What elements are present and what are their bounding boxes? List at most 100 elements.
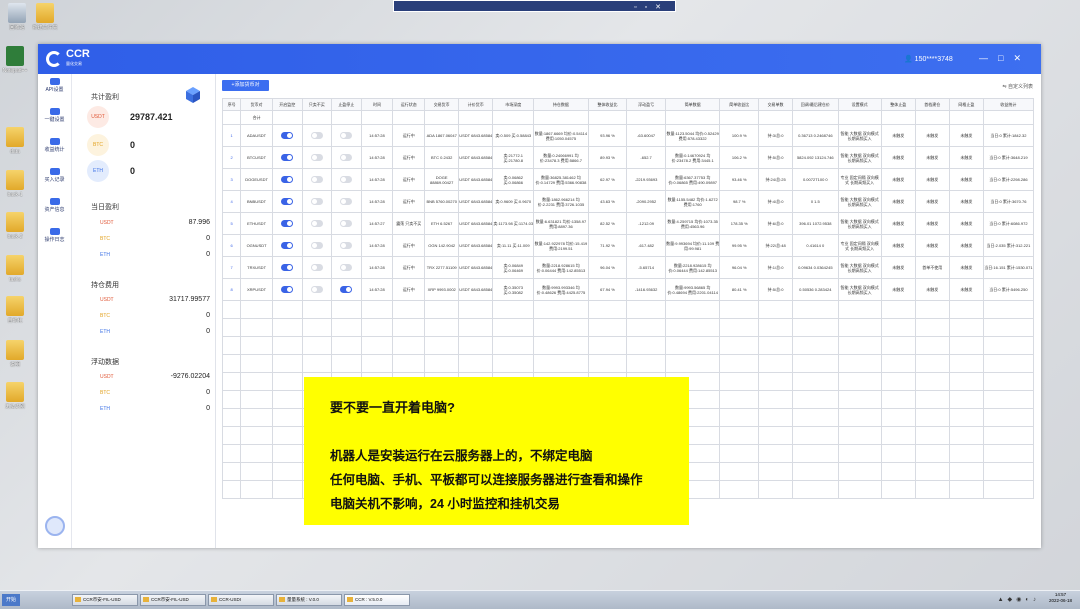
monitor-toggle[interactable] [281, 154, 294, 161]
desktop-icon-back1[interactable]: back-1 [0, 170, 30, 198]
cell-quote: USDT 6843.68584 [458, 256, 494, 279]
sidebar-item-quick-setup[interactable]: 一键设置 [38, 108, 71, 134]
stop-profit-toggle[interactable] [340, 176, 353, 183]
close-button[interactable]: ✕ [1013, 53, 1031, 63]
cell-ratio: 71.92 % [587, 234, 628, 257]
desktop-icon-notepad[interactable]: Notepad++ [0, 46, 30, 74]
desktop-icon-unknown[interactable]: 无法识别 [0, 382, 30, 410]
sell-only-toggle[interactable] [310, 286, 323, 293]
desktop-icon-tasks[interactable]: tasks [0, 255, 30, 283]
sell-only-toggle[interactable] [310, 220, 323, 227]
sell-only-toggle[interactable] [310, 242, 323, 249]
table-row[interactable]: 8 XRPUSDT 14:57:28 运行中 XRP 9993.0002 USDT 684… [221, 278, 1035, 301]
monitor-toggle[interactable] [281, 132, 294, 139]
taskbar-clock[interactable]: 14:57 2022-06-18 [1049, 592, 1072, 604]
empty-row [221, 354, 1035, 373]
table-row[interactable]: 6 OGNUSDT 14:57:28 运行中 OGN 142.9042 USDT 6843… [221, 234, 1035, 257]
column-header: 运行状态 [392, 98, 426, 111]
user-account[interactable]: 👤 150****3748 [904, 55, 953, 63]
table-row[interactable]: 2 BTCUSDT 14:57:28 运行中 BTC 0.2432 USDT 6843.6… [221, 146, 1035, 169]
usdt-coin-icon: USDT [87, 106, 109, 128]
user-phone: 150****3748 [914, 56, 953, 63]
sidebar-item-api[interactable]: API设置 [38, 78, 71, 104]
title-bar[interactable]: CCR 量化交易 👤 150****3748 —□✕ [38, 44, 1041, 74]
cell-ratio: 89.93 % [587, 146, 628, 169]
cell-grid: 未触发 [948, 234, 984, 257]
task-item-active[interactable]: CCR : V.5.0.0 [344, 594, 410, 606]
cell-n: 2 [221, 146, 242, 169]
desktop-icon-data[interactable]: data [0, 127, 30, 155]
monitor-toggle[interactable] [281, 176, 294, 183]
desktop-icon-folder[interactable]: 新建文件夹 [30, 3, 60, 31]
total-btc-value: 0 [130, 140, 136, 150]
sidebar-item-buy-records[interactable]: 买入记录 [38, 168, 71, 194]
cell-tp: 未触发 [880, 278, 916, 301]
desktop-icon-auto[interactable]: 自动化 [0, 296, 30, 324]
cell-hold: 数量:6.631821 均价:1358.97 费用:8897.36 [533, 212, 589, 235]
cell-grid: 未触发 [948, 190, 984, 213]
stop-profit-toggle[interactable] [340, 132, 353, 139]
robot-icon[interactable] [45, 516, 65, 536]
total-profit-value: 29787.421 [130, 112, 173, 122]
eth-coin-icon: ETH [87, 160, 109, 182]
cell-orders: 持:5/总:0 [758, 278, 794, 301]
table-row[interactable]: 7 TRXUSDT 14:57:28 运行中 TRX 2277.51109 USDT 68… [221, 256, 1035, 279]
sidebar-item-logs[interactable]: 操作日志 [38, 228, 71, 254]
column-header: 整体止盈 [880, 98, 916, 111]
task-item[interactable]: CCR币安-FIL-USD [72, 594, 138, 606]
minimize-button[interactable]: — [979, 53, 998, 63]
sidebar-item-assets[interactable]: 资产信息 [38, 198, 71, 224]
sell-only-toggle[interactable] [310, 132, 323, 139]
stop-profit-toggle[interactable] [340, 198, 353, 205]
table-row[interactable]: 3 DOGEUSDT 14:57:28 运行中 DOGE 88869.00427 USDT… [221, 168, 1035, 191]
desktop-icon-readme[interactable]: 说明 [0, 340, 30, 368]
monitor-toggle[interactable] [281, 286, 294, 293]
monitor-toggle[interactable] [281, 242, 294, 249]
total-eth-value: 0 [130, 166, 136, 176]
cell-orders: 持:1/总:0 [758, 256, 794, 279]
table-row[interactable]: 4 BNBUSDT 14:57:28 运行中 BNB 5760.00270 USDT 68… [221, 190, 1035, 213]
stop-profit-toggle[interactable] [340, 154, 353, 161]
stop-profit-toggle[interactable] [340, 242, 353, 249]
desktop-icon-back2[interactable]: back-2 [0, 212, 30, 240]
sell-only-toggle[interactable] [310, 176, 323, 183]
stop-profit-toggle[interactable] [340, 220, 353, 227]
stop-profit-toggle[interactable] [340, 286, 353, 293]
column-header: 市场深度 [492, 98, 535, 111]
remote-bar-controls[interactable]: ▫▫✕ [634, 3, 669, 11]
monitor-toggle[interactable] [281, 198, 294, 205]
cell-mode: 智能 大数据 双向模式 长期高频买入 [837, 256, 882, 279]
promo-banner: 要不要一直开着电脑? 机器人是安装运行在云服务器上的，不绑定电脑 任何电脑、手机… [304, 377, 689, 525]
cell-mode: 智能 大数据 双向模式 长期高频买入 [837, 212, 882, 235]
logo-icon [46, 51, 62, 67]
task-item[interactable]: CCR币安-FIL-USD [140, 594, 206, 606]
cell-coin: DOGE 88869.00427 [424, 168, 460, 191]
table-row[interactable]: 1 ADAUSDT 14:57:28 运行中 ADA 1867.06047 USDT 68… [221, 124, 1035, 147]
column-header: 交易单数 [758, 98, 794, 111]
start-button[interactable]: 开始 [2, 594, 20, 606]
maximize-button[interactable]: □ [998, 53, 1013, 63]
cell-quote: USDT 6843.68584 [458, 146, 494, 169]
cell-cb: 0.50536 0.283424 [792, 278, 839, 301]
cell-n: 1 [221, 124, 242, 147]
task-item[interactable]: 量量系统 : V.0.0 [276, 594, 342, 606]
sell-only-toggle[interactable] [310, 264, 323, 271]
cell-depth: 卖:11.11 买:11.009 [492, 234, 535, 257]
table-row[interactable]: 5 ETHUSDT 14:57:27 震荡 只卖不买 ETH 6.5267 USDT 68… [221, 212, 1035, 235]
cell-status: 运行中 [392, 146, 426, 169]
stop-profit-toggle[interactable] [340, 264, 353, 271]
system-tray-icons[interactable]: ▲◆◉◐♪ [998, 596, 1040, 603]
cell-simple: 数量:9.993694 均价:11.109 费用:99.981 [664, 234, 721, 257]
add-pair-button[interactable]: +添加货币对 [222, 80, 269, 91]
desktop-icon-recycle-bin[interactable]: 回收站 [2, 3, 32, 31]
sell-only-toggle[interactable] [310, 154, 323, 161]
custom-columns-link[interactable]: ⇋ 自定义列表 [1002, 83, 1033, 90]
cell-cb: 0 1.5 [792, 190, 839, 213]
remote-desktop-bar[interactable]: ▫▫✕ [393, 0, 676, 12]
monitor-toggle[interactable] [281, 220, 294, 227]
task-item[interactable]: CCR-USDI [208, 594, 274, 606]
cell-tp: 未触发 [880, 168, 916, 191]
sell-only-toggle[interactable] [310, 198, 323, 205]
monitor-toggle[interactable] [281, 264, 294, 271]
sidebar-item-profit[interactable]: 收益统计 [38, 138, 71, 164]
